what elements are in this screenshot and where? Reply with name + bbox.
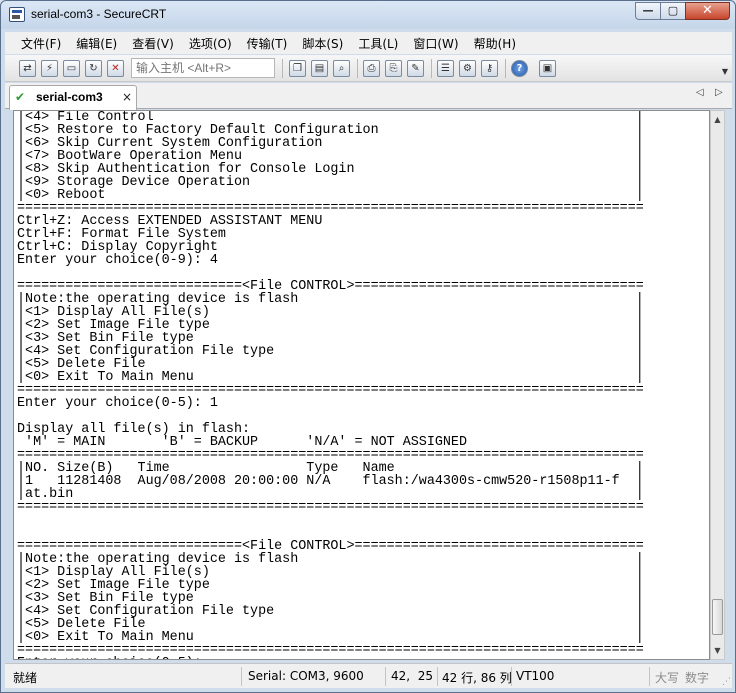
tab-label: serial-com3 [36, 90, 103, 104]
title-bar[interactable]: serial-com3 - SecureCRT — ▢ ✕ [1, 1, 735, 29]
menu-tools[interactable]: 工具(L) [358, 35, 398, 52]
scroll-up-icon[interactable]: ▲ [711, 113, 724, 127]
window-title: serial-com3 - SecureCRT [31, 7, 167, 21]
status-separator [437, 667, 438, 686]
status-separator [649, 667, 650, 686]
securecrt-app-icon[interactable] [9, 7, 25, 22]
terminal-line: Enter your choice(0-5): 1 [17, 396, 218, 411]
connected-check-icon: ✔ [15, 90, 26, 104]
status-dimensions: 42 行, 86 列 [442, 671, 512, 685]
terminal-line: Enter your choice(0-9): 4 [17, 253, 218, 268]
status-cursor-position: 42, 25 [391, 669, 433, 683]
close-icon: ✕ [702, 3, 713, 18]
scrollbar-thumb[interactable] [712, 599, 723, 635]
disconnect-icon[interactable]: ✕ [107, 60, 124, 77]
menu-view[interactable]: 查看(V) [132, 35, 174, 52]
print-setup-icon[interactable]: ⎘ [385, 60, 402, 77]
session-options-icon[interactable]: ☰ [437, 60, 454, 77]
find-icon[interactable]: ⌕ [333, 60, 350, 77]
global-options-icon[interactable]: ⚙ [459, 60, 476, 77]
toolbar-overflow-icon[interactable]: ▼ [722, 67, 728, 76]
reconnect-icon[interactable]: ↻ [85, 60, 102, 77]
status-separator [241, 667, 242, 686]
sftp-icon[interactable]: ▣ [539, 60, 556, 77]
maximize-button[interactable]: ▢ [660, 2, 686, 20]
minimize-icon: — [642, 4, 654, 17]
tab-close-icon[interactable]: × [122, 90, 132, 104]
status-ready: 就绪 [13, 671, 38, 685]
tab-scroll-left-icon[interactable]: ◁ [696, 87, 704, 98]
connect-icon[interactable]: ⇄ [19, 60, 36, 77]
minimize-button[interactable]: — [635, 2, 661, 20]
toolbar-separator [282, 59, 283, 78]
copy-icon[interactable]: ❐ [289, 60, 306, 77]
menu-window[interactable]: 窗口(W) [413, 35, 458, 52]
menu-edit[interactable]: 编辑(E) [76, 35, 117, 52]
menu-script[interactable]: 脚本(S) [302, 35, 343, 52]
print-icon[interactable]: ⎙ [363, 60, 380, 77]
menu-options[interactable]: 选项(O) [189, 35, 232, 52]
quick-connect-input[interactable] [131, 58, 275, 78]
keymap-icon[interactable]: ⚷ [481, 60, 498, 77]
quick-connect-icon[interactable]: ⚡ [41, 60, 58, 77]
maximize-icon: ▢ [667, 4, 679, 17]
resize-grip-icon[interactable]: ⋰ [722, 677, 731, 687]
close-button[interactable]: ✕ [685, 2, 730, 20]
status-num-lock: 数字 [685, 671, 710, 685]
status-separator [385, 667, 386, 686]
paste-icon[interactable]: ▤ [311, 60, 328, 77]
status-separator [511, 667, 512, 686]
status-caps-lock: 大写 [655, 671, 680, 685]
app-window: serial-com3 - SecureCRT — ▢ ✕ 文件(F) 编辑(E… [0, 0, 736, 693]
toolbar-separator [357, 59, 358, 78]
menu-file[interactable]: 文件(F) [21, 35, 61, 52]
log-icon[interactable]: ✎ [407, 60, 424, 77]
session-tab-bar: ✔ serial-com3 × ◁ ▷ [5, 83, 732, 110]
toolbar-separator [505, 59, 506, 78]
connect-tab-icon[interactable]: ▭ [63, 60, 80, 77]
terminal-view[interactable]: |<4> File Control | |<5> Restore to Facto… [13, 110, 710, 660]
menu-help[interactable]: 帮助(H) [474, 35, 516, 52]
tab-scroll-right-icon[interactable]: ▷ [715, 87, 723, 98]
terminal-scrollbar[interactable]: ▲ ▼ [710, 110, 725, 660]
status-emulation: VT100 [516, 669, 555, 683]
terminal-output: |<4> File Control | |<5> Restore to Facto… [14, 111, 644, 659]
status-bar: 就绪 Serial: COM3, 9600 42, 25 42 行, 86 列 … [5, 663, 732, 688]
status-connection: Serial: COM3, 9600 [248, 669, 364, 683]
terminal-line: ========================================… [17, 500, 644, 515]
menu-transfer[interactable]: 传输(T) [247, 35, 288, 52]
window-controls: — ▢ ✕ [635, 2, 730, 20]
help-icon[interactable]: ? [511, 60, 528, 77]
scroll-down-icon[interactable]: ▼ [711, 644, 724, 658]
tab-serial-com3[interactable]: ✔ serial-com3 × [9, 85, 137, 110]
menu-bar: 文件(F) 编辑(E) 查看(V) 选项(O) 传输(T) 脚本(S) 工具(L… [5, 32, 732, 54]
toolbar: ⇄ ⚡ ▭ ↻ ✕ ❐ ▤ ⌕ ⎙ ⎘ ✎ ☰ ⚙ ⚷ ? ▣ ▼ [5, 55, 732, 82]
toolbar-separator [431, 59, 432, 78]
